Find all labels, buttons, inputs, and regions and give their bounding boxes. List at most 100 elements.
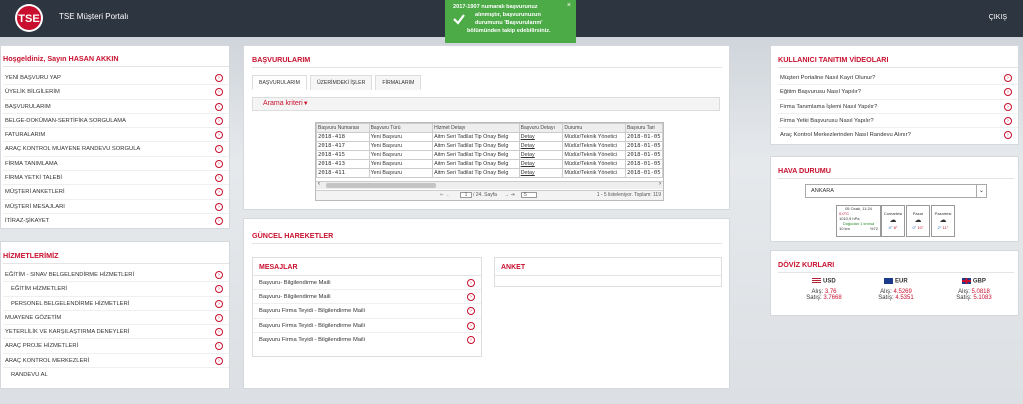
sell-value: 3.7668	[823, 294, 842, 301]
toast-line-2: alınmıştır, başvurunuzun	[475, 12, 541, 18]
menu-item-applications[interactable]: BAŞVURULARIM ›	[3, 100, 229, 114]
menu-item-vehicle-appointment[interactable]: ARAÇ KONTROL MUAYENE RANDEVU SORGULA ›	[3, 142, 229, 157]
service-label: EĞİTİM - SINAV BELGELENDİRME HİZMETLERİ	[5, 272, 135, 278]
uk-flag-icon	[962, 278, 972, 284]
video-item-company-definition[interactable]: Firma Tanımlama İşlemi Nasıl Yapılır? ›	[778, 100, 1018, 114]
menu-item-label: ÜYELİK BİLGİLERİM	[5, 89, 60, 96]
tab-applications[interactable]: BAŞVURULARIM	[252, 75, 307, 90]
tab-my-tasks[interactable]: ÜZERİMDEKİ İŞLER	[309, 75, 373, 90]
message-item[interactable]: Başvuru Firma Teyidi - Bilgilendirme Mai…	[253, 304, 481, 319]
column-header[interactable]: Hizmet Detayı	[432, 123, 520, 133]
search-criteria-toggle[interactable]: Arama kriteri▼	[252, 97, 720, 111]
pager-total: / 24. Sayfa	[473, 192, 497, 198]
pager-size-select[interactable]: 5	[521, 192, 537, 198]
detail-link[interactable]: Detay	[518, 150, 564, 160]
cell: Müdür/Teknik Yönetici	[562, 132, 626, 142]
cell: Müdür/Teknik Yönetici	[562, 159, 626, 169]
detail-link[interactable]: Detay	[518, 132, 564, 142]
service-item-proficiency[interactable]: YETERLİLİK VE KARŞILAŞTIRMA DENEYLERİ ›	[3, 325, 229, 340]
cell: 2018-417	[316, 141, 370, 151]
arrow-circle-icon: ›	[215, 74, 223, 82]
city-select[interactable]: ANKARA ⌄	[805, 184, 987, 198]
service-item-appointment[interactable]: RANDEVU AL	[3, 368, 229, 382]
services-panel: HİZMETLERİMİZ EĞİTİM - SINAV BELGELENDİR…	[0, 241, 230, 389]
service-item-vehicle-project[interactable]: ARAÇ PROJE HİZMETLERİ ›	[3, 339, 229, 354]
arrow-circle-icon: ›	[467, 307, 475, 316]
us-flag-icon	[812, 278, 822, 284]
service-item-inspection[interactable]: MUAYENE GÖZETİM ›	[3, 311, 229, 326]
exit-link[interactable]: ÇIKIŞ	[989, 14, 1007, 21]
pager-status: 1 - 5 listeleniyor. Toplam: 119	[596, 192, 661, 198]
service-label: ARAÇ PROJE HİZMETLERİ	[5, 343, 79, 350]
menu-item-new-application[interactable]: YENİ BAŞVURU YAP ›	[3, 71, 229, 86]
table-row[interactable]: 2018-413 Yeni Başvuru Aitm Seri Tadilat Ti…	[316, 159, 663, 169]
pager-prev-icons[interactable]: ⇤ ←	[440, 192, 451, 198]
pager-page-input[interactable]: 1	[460, 192, 472, 198]
table-row[interactable]: 2018-411 Yeni Başvuru Aitm Seri Tadilat Ti…	[316, 168, 663, 178]
message-item[interactable]: Başvuru- Bilgilendirme Maili ›	[253, 290, 481, 305]
column-header[interactable]: Başvuru Türü	[368, 123, 434, 133]
arrow-circle-icon: ›	[215, 188, 223, 197]
menu-item-label: BELGE-DOKÜMAN-SERTİFİKA SORGULAMA	[5, 117, 127, 124]
menu-item-company-authority[interactable]: FİRMA YETKİ TALEBİ ›	[3, 171, 229, 186]
cell: 2018-01-05	[624, 141, 663, 151]
arrow-circle-icon: ›	[1004, 102, 1012, 111]
table-row[interactable]: 2018-417 Yeni Başvuru Aitm Seri Tadilat Ti…	[316, 141, 663, 151]
message-item[interactable]: Başvuru Firma Teyidi - Bilgilendirme Mai…	[253, 333, 481, 347]
column-header[interactable]: Başvuru Detayı	[518, 123, 564, 133]
arrow-circle-icon: ›	[215, 202, 223, 211]
service-item-vehicle-centers[interactable]: ARAÇ KONTROL MERKEZLERİ ›	[3, 354, 229, 369]
column-header[interactable]: Başvuru Tari	[624, 123, 663, 133]
video-label: Müşteri Portaline Nasıl Kayıt Olunur?	[780, 75, 876, 81]
survey-box: ANKET	[494, 257, 722, 287]
currency-usd: USD Alış: 3.76 Satış: 3.7668	[806, 278, 842, 301]
table-row[interactable]: 2018-418 Yeni Başvuru Aitm Seri Tadilat Ti…	[316, 132, 663, 142]
video-item-vehicle-appointment[interactable]: Araç Kontrol Merkezlerinden Nasıl Randev…	[778, 128, 1018, 142]
menu-item-invoices[interactable]: FATURALARIM ›	[3, 128, 229, 143]
menu-item-messages[interactable]: MÜŞTERİ MESAJLARI ›	[3, 200, 229, 214]
video-item-register[interactable]: Müşteri Portaline Nasıl Kayıt Olunur? ›	[778, 71, 1018, 86]
menu-item-label: ARAÇ KONTROL MUAYENE RANDEVU SORGULA	[5, 146, 141, 153]
column-header[interactable]: Başvuru Numarası	[316, 123, 370, 133]
arrow-circle-icon: ›	[467, 321, 475, 330]
tab-my-companies[interactable]: FİRMALARIM	[375, 75, 422, 90]
menu-item-company-definition[interactable]: FİRMA TANIMLAMA ›	[3, 157, 229, 172]
menu-item-label: FİRMA TANIMLAMA	[5, 160, 58, 167]
table-row[interactable]: 2018-415 Yeni Başvuru Aitm Seri Tadilat Ti…	[316, 150, 663, 160]
service-item-training[interactable]: EĞİTİM HİZMETLERİ ›	[3, 282, 229, 297]
menu-item-complaint[interactable]: İTİRAZ-ŞİKAYET ›	[3, 214, 229, 228]
scrollbar-thumb[interactable]	[326, 183, 436, 188]
scroll-left-icon[interactable]: ‹	[318, 181, 320, 187]
service-item-training-exam[interactable]: EĞİTİM - SINAV BELGELENDİRME HİZMETLERİ ›	[3, 268, 229, 283]
menu-item-document-query[interactable]: BELGE-DOKÜMAN-SERTİFİKA SORGULAMA ›	[3, 114, 229, 129]
detail-link[interactable]: Detay	[518, 168, 564, 178]
currency-gbp: GBP Alış: 5.0818 Satış: 5.1083	[956, 278, 992, 301]
toast-close-button[interactable]: ×	[567, 2, 571, 10]
arrow-circle-icon: ›	[215, 328, 223, 337]
arrow-circle-icon: ›	[215, 299, 223, 308]
sell-label: Satış	[878, 294, 892, 301]
forecast-day-card: Cumartesi ☁ 0° 8°	[881, 205, 905, 237]
message-item[interactable]: Başvuru Firma Teyidi - Bilgilendirme Mai…	[253, 319, 481, 333]
arrow-circle-icon: ›	[215, 116, 223, 125]
videos-title: KULLANICI TANITIM VİDEOLARI	[778, 55, 1018, 68]
scroll-right-icon[interactable]: ›	[659, 181, 661, 187]
detail-link[interactable]: Detay	[518, 159, 564, 169]
service-label: PERSONEL BELGELENDİRME HİZMETLERİ	[11, 300, 130, 307]
pager-next-icons[interactable]: → ⇥	[504, 192, 515, 198]
menu-item-surveys[interactable]: MÜŞTERİ ANKETLERİ ›	[3, 185, 229, 200]
video-item-training-application[interactable]: Eğitim Başvurusu Nasıl Yapılır? ›	[778, 85, 1018, 100]
toast-line-3: durumunu 'Başvurularım'	[475, 20, 543, 26]
video-item-company-authority[interactable]: Firma Yetki Başvurusu Nasıl Yapılır? ›	[778, 114, 1018, 129]
column-header[interactable]: Durumu	[562, 123, 626, 133]
detail-link[interactable]: Detay	[518, 141, 564, 151]
survey-title: ANKET	[495, 258, 721, 276]
forecast-low: 2°	[937, 225, 942, 230]
service-item-personnel[interactable]: PERSONEL BELGELENDİRME HİZMETLERİ ›	[3, 297, 229, 311]
horizontal-scrollbar[interactable]: ‹ ›	[316, 181, 663, 189]
tutorial-videos-panel: KULLANICI TANITIM VİDEOLARI Müşteri Port…	[770, 45, 1019, 145]
message-item[interactable]: Başvuru- Bilgilendirme Maili ›	[253, 276, 481, 291]
tse-logo[interactable]: TSE	[6, 3, 52, 33]
currency-code: GBP	[972, 278, 986, 285]
menu-item-membership[interactable]: ÜYELİK BİLGİLERİM ›	[3, 85, 229, 100]
